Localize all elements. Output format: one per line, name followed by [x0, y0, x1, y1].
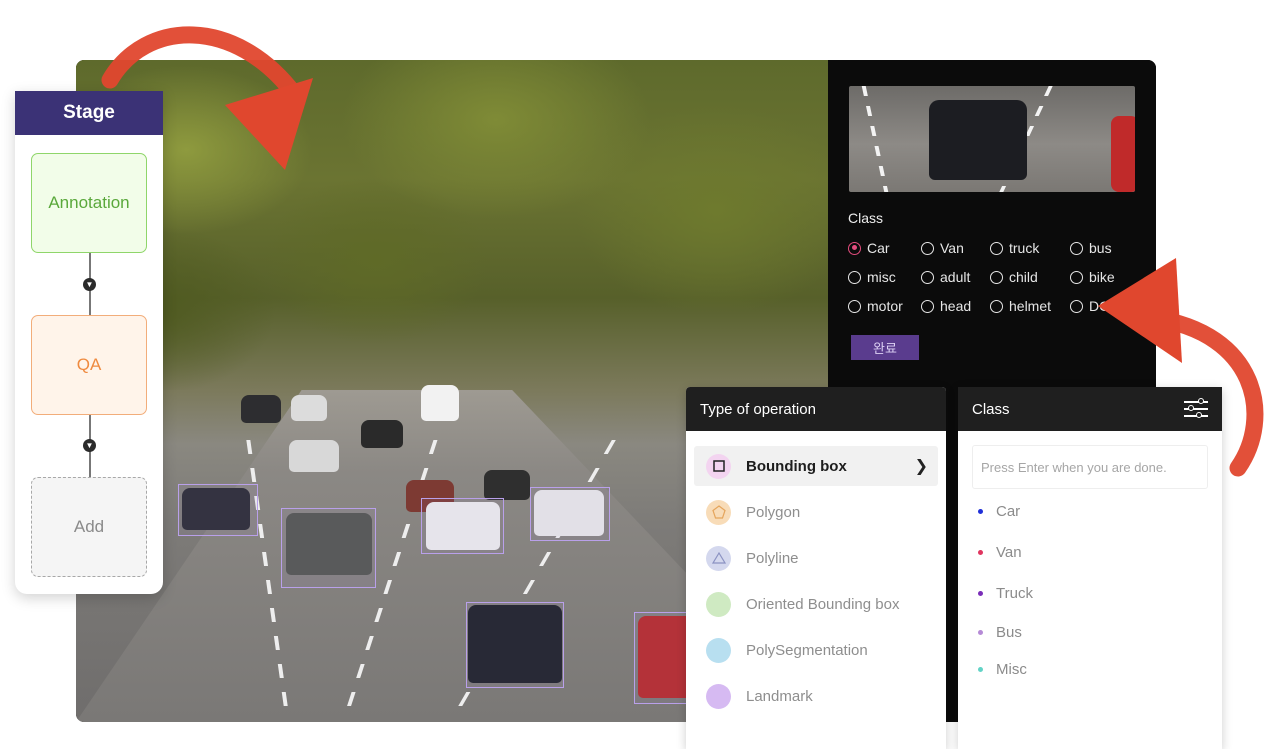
- color-dot-icon: [978, 630, 983, 635]
- operation-oriented-bounding-box[interactable]: Oriented Bounding box: [694, 584, 938, 624]
- car: [361, 420, 403, 448]
- pentagon-icon: [706, 499, 731, 525]
- bounding-box[interactable]: [466, 602, 564, 688]
- radio-car[interactable]: Car: [848, 240, 890, 256]
- radio-icon: [921, 241, 934, 255]
- radio-bus[interactable]: bus: [1070, 240, 1112, 256]
- radio-icon: [848, 270, 861, 284]
- van: [421, 385, 459, 421]
- car: [289, 440, 339, 472]
- class-item-bus[interactable]: Bus: [978, 624, 1022, 641]
- operation-polysegmentation[interactable]: PolySegmentation: [694, 630, 938, 670]
- radio-truck[interactable]: truck: [990, 240, 1039, 256]
- bounding-box[interactable]: [281, 508, 376, 588]
- radio-icon: [921, 270, 934, 284]
- radio-icon: [1070, 299, 1083, 313]
- class-item-misc[interactable]: Misc: [978, 661, 1027, 678]
- radio-selected-icon: [848, 241, 861, 255]
- car: [291, 395, 327, 421]
- bounding-box[interactable]: [178, 484, 258, 536]
- color-dot-icon: [978, 667, 983, 672]
- circle-icon: [706, 637, 731, 663]
- radio-helmet[interactable]: helmet: [990, 298, 1051, 314]
- radio-icon: [848, 299, 861, 313]
- radio-icon: [990, 299, 1003, 313]
- operation-landmark[interactable]: Landmark: [694, 676, 938, 716]
- operation-panel-title: Type of operation: [686, 387, 946, 431]
- car: [241, 395, 281, 423]
- radio-head[interactable]: head: [921, 298, 971, 314]
- radio-icon: [990, 270, 1003, 284]
- radio-icon: [1070, 241, 1083, 255]
- class-panel-title: Class: [972, 400, 1010, 418]
- add-stage-button[interactable]: Add: [31, 477, 147, 577]
- triangle-icon: [706, 545, 731, 571]
- operation-polyline[interactable]: Polyline: [694, 538, 938, 578]
- radio-adult[interactable]: adult: [921, 269, 970, 285]
- operation-polygon[interactable]: Polygon: [694, 492, 938, 532]
- chevron-down-icon: ▼: [83, 278, 96, 291]
- square-icon: [706, 453, 731, 479]
- stage-qa[interactable]: QA: [31, 315, 147, 415]
- chevron-right-icon: ❯: [914, 458, 928, 475]
- radio-icon: [990, 241, 1003, 255]
- class-label: Class: [848, 210, 884, 226]
- radio-motor[interactable]: motor: [848, 298, 903, 314]
- done-button[interactable]: 완료: [851, 335, 919, 360]
- car: [1111, 116, 1135, 192]
- chevron-down-icon: ▼: [83, 439, 96, 452]
- car: [484, 470, 530, 500]
- bounding-box[interactable]: [421, 498, 504, 554]
- radio-misc[interactable]: misc: [848, 269, 896, 285]
- curved-arrow-icon: [101, 26, 313, 170]
- car: [929, 100, 1027, 180]
- circle-icon: [706, 591, 731, 617]
- circle-icon: [706, 683, 731, 709]
- curved-arrow-icon: [1098, 258, 1264, 477]
- class-item-truck[interactable]: Truck: [978, 585, 1033, 602]
- operation-panel: Type of operation Bounding box ❯ Polygon…: [686, 387, 946, 749]
- radio-icon: [1070, 270, 1083, 284]
- class-item-car[interactable]: Car: [978, 503, 1020, 520]
- radio-child[interactable]: child: [990, 269, 1038, 285]
- preview-thumbnail: [849, 86, 1135, 192]
- radio-icon: [921, 299, 934, 313]
- class-item-van[interactable]: Van: [978, 544, 1022, 561]
- color-dot-icon: [978, 509, 983, 514]
- radio-van[interactable]: Van: [921, 240, 964, 256]
- operation-bounding-box[interactable]: Bounding box ❯: [694, 446, 938, 486]
- bounding-box[interactable]: [530, 487, 610, 541]
- color-dot-icon: [978, 550, 983, 555]
- color-dot-icon: [978, 591, 983, 596]
